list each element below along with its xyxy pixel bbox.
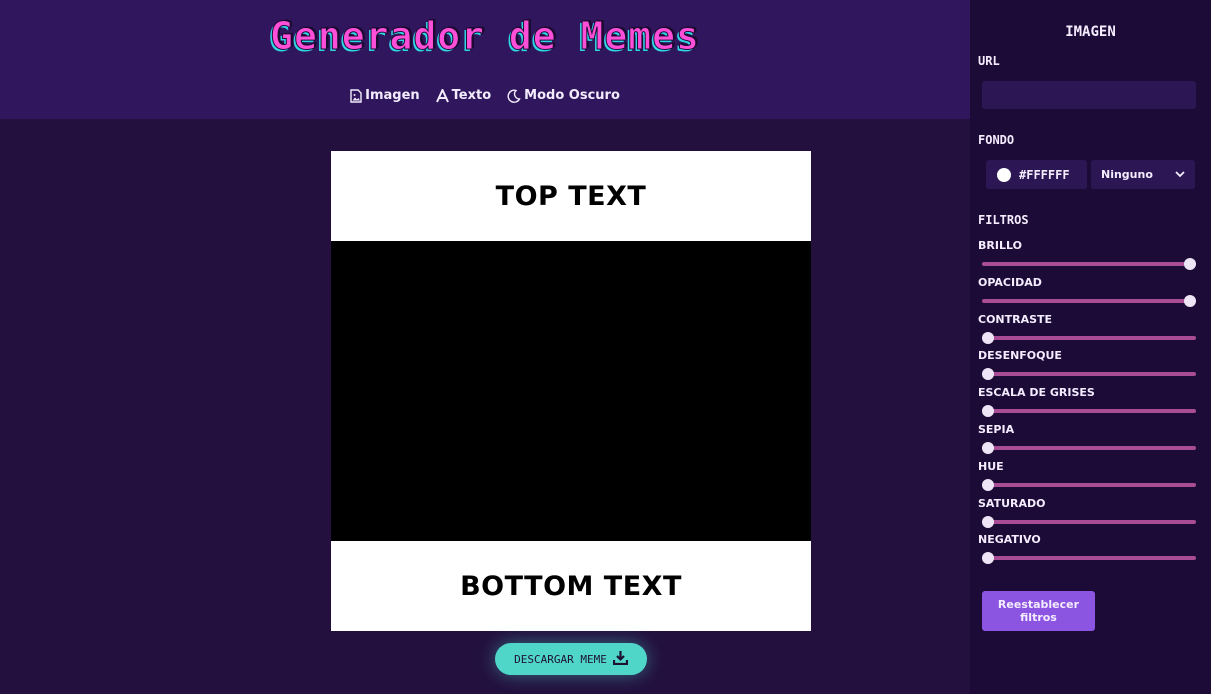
filter-label: OPACIDAD [978,276,1042,289]
filter-slider[interactable] [982,516,1196,528]
slider-thumb[interactable] [982,332,994,344]
top-nav: Imagen Texto Modo Oscuro [0,88,970,103]
filter-label: CONTRASTE [978,313,1053,326]
image-file-icon [350,88,362,103]
nav-texto[interactable]: Texto [435,88,492,103]
filter-label: DESENFOQUE [978,349,1062,362]
slider-track [982,483,1196,487]
meme-top-text: TOP TEXT [495,180,647,212]
download-label: DESCARGAR MEME [514,652,607,666]
meme-bottom-text: BOTTOM TEXT [460,570,682,602]
filter-slider[interactable] [982,442,1196,454]
blend-mode-value: Ninguno [1101,168,1153,181]
filter-slider[interactable] [982,258,1196,270]
nav-imagen-label: Imagen [365,88,420,103]
filter-label: NEGATIVO [978,533,1041,546]
slider-track [982,409,1196,413]
slider-track [982,556,1196,560]
url-label: URL [978,54,1000,68]
slider-thumb[interactable] [1184,258,1196,270]
meme-image [331,241,811,541]
filter-slider[interactable] [982,295,1196,307]
filter-label: HUE [978,460,1004,473]
panel-title: IMAGEN [1065,24,1116,40]
reset-filters-button[interactable]: Reestablecer filtros [982,591,1095,631]
chevron-down-icon [1175,168,1185,181]
filter-slider[interactable] [982,368,1196,380]
slider-track [982,520,1196,524]
nav-modo-oscuro-label: Modo Oscuro [524,88,620,103]
slider-thumb[interactable] [982,552,994,564]
filtros-label: FILTROS [978,213,1029,227]
meme-canvas: TOP TEXT BOTTOM TEXT [331,151,811,631]
filter-slider[interactable] [982,479,1196,491]
background-color-picker[interactable]: #FFFFFF [986,160,1087,189]
slider-track [982,372,1196,376]
filter-slider[interactable] [982,552,1196,564]
nav-imagen[interactable]: Imagen [350,88,420,103]
blend-mode-select[interactable]: Ninguno [1091,160,1195,189]
color-value: #FFFFFF [1019,167,1070,182]
filter-label: SATURADO [978,497,1046,510]
page-title: Generador de Memes [270,14,700,59]
slider-thumb[interactable] [982,516,994,528]
slider-track [982,262,1196,266]
moon-icon [507,89,521,103]
url-input[interactable] [982,81,1196,109]
slider-thumb[interactable] [982,442,994,454]
slider-track [982,446,1196,450]
nav-texto-label: Texto [451,88,492,103]
filter-label: BRILLO [978,239,1022,252]
slider-track [982,299,1196,303]
filter-slider[interactable] [982,405,1196,417]
nav-modo-oscuro[interactable]: Modo Oscuro [507,88,620,103]
slider-thumb[interactable] [1184,295,1196,307]
fondo-label: FONDO [978,133,1015,147]
slider-thumb[interactable] [982,405,994,417]
image-panel: IMAGEN URL FONDO #FFFFFF Ninguno FILTROS… [970,0,1211,694]
filter-label: SEPIA [978,423,1015,436]
download-meme-button[interactable]: DESCARGAR MEME [495,643,647,675]
text-a-icon [435,88,449,103]
slider-track [982,336,1196,340]
header: Generador de Memes Imagen Texto Modo Osc… [0,0,970,119]
slider-thumb[interactable] [982,479,994,491]
filter-slider[interactable] [982,332,1196,344]
slider-thumb[interactable] [982,368,994,380]
color-swatch [997,167,1011,182]
download-icon [612,650,628,668]
filter-label: ESCALA DE GRISES [978,386,1095,399]
